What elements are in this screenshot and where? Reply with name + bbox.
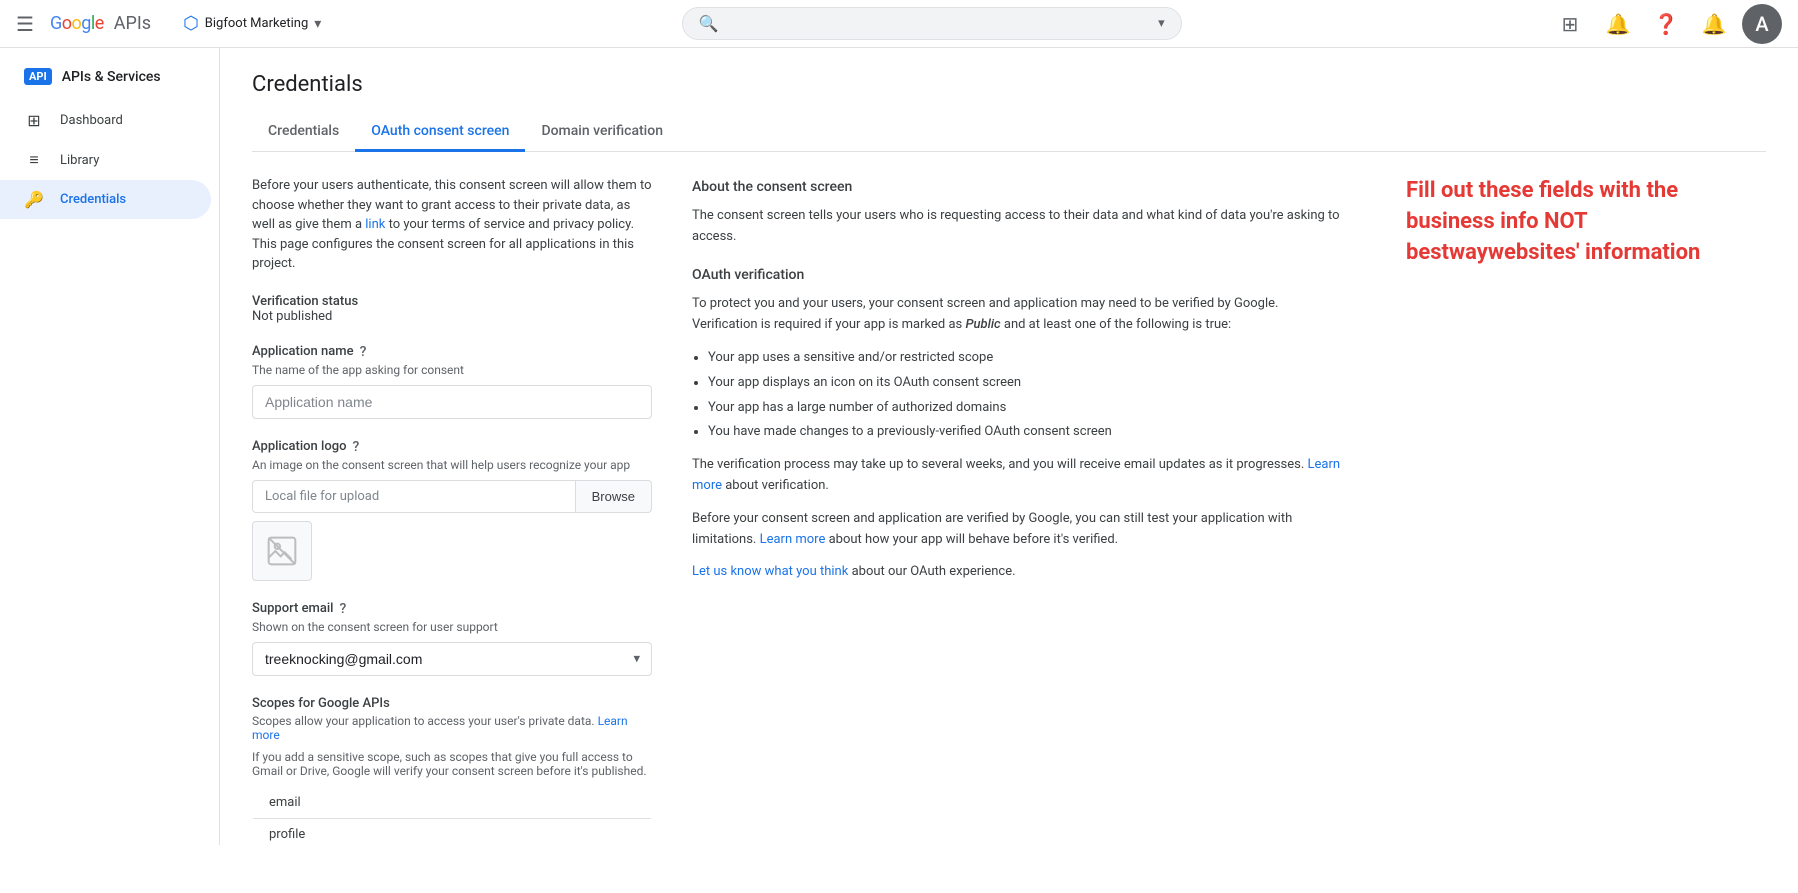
scope-profile-cell: profile <box>253 818 652 845</box>
bell-icon[interactable]: 🔔 <box>1694 4 1734 44</box>
oauth-verification-heading: OAuth verification <box>692 264 1346 286</box>
library-icon: ≡ <box>24 150 44 170</box>
verification-status-label: Verification status <box>252 294 652 309</box>
google-text: Google <box>50 13 104 34</box>
oauth-bullet-4: You have made changes to a previously-ve… <box>708 422 1346 443</box>
main-content: Credentials Credentials OAuth consent sc… <box>220 48 1798 845</box>
help-icon[interactable]: ❓ <box>1646 4 1686 44</box>
project-selector[interactable]: ⬡ Bigfoot Marketing ▾ <box>175 9 329 38</box>
dashboard-icon: ⊞ <box>24 111 44 130</box>
sidebar-title: APIs & Services <box>62 69 161 85</box>
scope-row: profile <box>253 818 652 845</box>
intro-text: Before your users authenticate, this con… <box>252 176 652 274</box>
oauth-bullet-2: Your app displays an icon on its OAuth c… <box>708 373 1346 394</box>
app-logo-help-icon[interactable]: ? <box>352 439 359 455</box>
learn-more-link2[interactable]: Learn more <box>760 532 826 547</box>
verification-status-value: Not published <box>252 309 652 324</box>
feedback-text: Let us know what you think about our OAu… <box>692 562 1346 583</box>
main-layout: API APIs & Services ⊞ Dashboard ≡ Librar… <box>0 48 1798 845</box>
support-email-label: Support email ? <box>252 601 652 617</box>
topbar-left: ☰ Google APIs ⬡ Bigfoot Marketing ▾ <box>16 9 329 38</box>
apis-text: APIs <box>114 13 151 34</box>
google-apis-logo: Google APIs <box>50 13 151 34</box>
sidebar-item-library-label: Library <box>60 153 99 168</box>
tab-domain-verification[interactable]: Domain verification <box>525 113 679 152</box>
verification-note: The verification process may take up to … <box>692 455 1346 497</box>
annotation-panel: Fill out these fields with the business … <box>1386 176 1766 845</box>
sidebar-item-dashboard-label: Dashboard <box>60 113 123 128</box>
app-name-help-icon[interactable]: ? <box>360 344 367 360</box>
topbar-center: 🔍 ▾ <box>329 7 1534 40</box>
annotation-text: Fill out these fields with the business … <box>1406 176 1766 268</box>
consent-screen-heading: About the consent screen <box>692 176 1346 198</box>
file-upload-row: Local file for upload Browse <box>252 480 652 513</box>
hamburger-icon[interactable]: ☰ <box>16 12 34 36</box>
apps-icon[interactable]: ⊞ <box>1550 4 1590 44</box>
support-email-help-icon[interactable]: ? <box>340 601 347 617</box>
project-name: Bigfoot Marketing <box>205 16 308 31</box>
scopes-label: Scopes for Google APIs <box>252 696 652 711</box>
credentials-icon: 🔑 <box>24 190 44 209</box>
public-word: Public <box>965 317 1000 332</box>
app-name-field: Application name ? The name of the app a… <box>252 344 652 419</box>
app-name-input[interactable] <box>252 385 652 419</box>
avatar[interactable]: A <box>1742 4 1782 44</box>
support-email-sublabel: Shown on the consent screen for user sup… <box>252 620 652 634</box>
support-email-select[interactable]: treeknocking@gmail.com <box>252 642 652 676</box>
topbar-right: ⊞ 🔔 ❓ 🔔 A <box>1550 4 1782 44</box>
feedback-link[interactable]: Let us know what you think <box>692 564 848 579</box>
oauth-bullet-1: Your app uses a sensitive and/or restric… <box>708 348 1346 369</box>
support-email-select-wrapper: treeknocking@gmail.com <box>252 642 652 676</box>
search-expand-icon[interactable]: ▾ <box>1158 16 1165 31</box>
sidebar: API APIs & Services ⊞ Dashboard ≡ Librar… <box>0 48 220 845</box>
project-dropdown-icon: ▾ <box>314 16 321 32</box>
verification-status-field: Verification status Not published <box>252 294 652 324</box>
content-area: Before your users authenticate, this con… <box>252 176 1766 845</box>
page-title: Credentials <box>252 72 1766 97</box>
search-input[interactable] <box>727 15 1151 33</box>
search-bar[interactable]: 🔍 ▾ <box>682 7 1182 40</box>
app-logo-field: Application logo ? An image on the conse… <box>252 439 652 581</box>
tab-oauth-consent[interactable]: OAuth consent screen <box>355 113 525 152</box>
search-icon: 🔍 <box>699 14 719 33</box>
scopes-sublabel: Scopes allow your application to access … <box>252 714 652 742</box>
scope-row: email <box>253 786 652 818</box>
oauth-bullets-list: Your app uses a sensitive and/or restric… <box>692 348 1346 443</box>
app-name-label: Application name ? <box>252 344 652 360</box>
oauth-verification-desc: To protect you and your users, your cons… <box>692 294 1346 336</box>
sidebar-item-dashboard[interactable]: ⊞ Dashboard <box>0 101 211 140</box>
before-verified-text: Before your consent screen and applicati… <box>692 509 1346 551</box>
consent-screen-desc: The consent screen tells your users who … <box>692 206 1346 248</box>
file-input-display: Local file for upload <box>252 480 576 513</box>
oauth-bullet-3: Your app has a large number of authorize… <box>708 398 1346 419</box>
info-panel-content: About the consent screen The consent scr… <box>692 176 1346 583</box>
sidebar-item-credentials-label: Credentials <box>60 192 126 207</box>
sidebar-item-library[interactable]: ≡ Library <box>0 140 211 180</box>
scope-email-cell: email <box>253 786 652 818</box>
support-email-field: Support email ? Shown on the consent scr… <box>252 601 652 676</box>
sidebar-item-credentials[interactable]: 🔑 Credentials <box>0 180 211 219</box>
app-logo-label: Application logo ? <box>252 439 652 455</box>
browse-button[interactable]: Browse <box>576 480 652 513</box>
scopes-field: Scopes for Google APIs Scopes allow your… <box>252 696 652 846</box>
link-terms[interactable]: link <box>365 217 385 232</box>
api-badge: API <box>24 68 52 85</box>
scopes-table: email profile openid <box>252 786 652 846</box>
sidebar-header: API APIs & Services <box>0 56 219 93</box>
tab-bar: Credentials OAuth consent screen Domain … <box>252 113 1766 152</box>
app-name-sublabel: The name of the app asking for consent <box>252 363 652 377</box>
info-panel: About the consent screen The consent scr… <box>692 176 1346 845</box>
scopes-note: If you add a sensitive scope, such as sc… <box>252 750 652 778</box>
tab-credentials[interactable]: Credentials <box>252 113 355 152</box>
topbar: ☰ Google APIs ⬡ Bigfoot Marketing ▾ 🔍 ▾ … <box>0 0 1798 48</box>
image-preview <box>252 521 312 581</box>
project-dot-icon: ⬡ <box>183 13 199 34</box>
sidebar-nav: ⊞ Dashboard ≡ Library 🔑 Credentials <box>0 101 219 219</box>
app-logo-sublabel: An image on the consent screen that will… <box>252 458 652 472</box>
form-column: Before your users authenticate, this con… <box>252 176 652 845</box>
notifications-icon[interactable]: 🔔 <box>1598 4 1638 44</box>
